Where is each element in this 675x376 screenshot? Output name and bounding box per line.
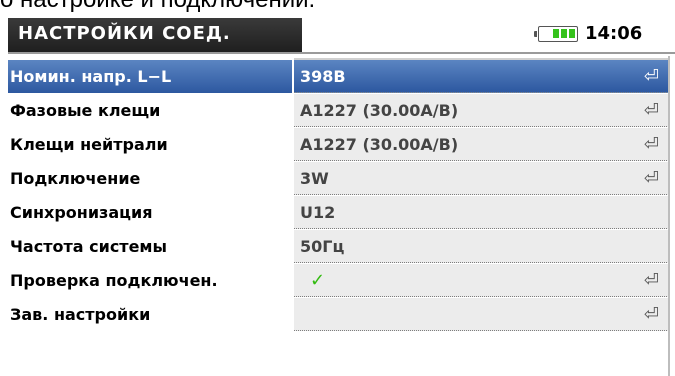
row-value[interactable]: A1227 (30.00A/B) ⏎: [294, 94, 669, 127]
enter-icon: ⏎: [643, 134, 659, 155]
enter-icon: ⏎: [643, 100, 659, 121]
row-system-frequency[interactable]: Частота системы 50Гц: [8, 230, 669, 264]
frame-border: [668, 56, 670, 376]
row-factory-settings[interactable]: Зав. настройки ⏎: [8, 298, 669, 332]
enter-icon: ⏎: [643, 66, 659, 87]
enter-icon: ⏎: [643, 270, 659, 291]
row-value-text: 398В: [300, 67, 346, 86]
row-value[interactable]: A1227 (30.00A/B) ⏎: [294, 128, 669, 161]
caption-text: о настройке и подключении.: [0, 0, 675, 18]
check-icon: ✓: [310, 270, 326, 291]
row-value[interactable]: ⏎: [294, 298, 669, 331]
enter-icon: ⏎: [643, 304, 659, 325]
row-connection-check[interactable]: Проверка подключен. ✓ ⏎: [8, 264, 669, 298]
settings-table: Номин. напр. L−L 398В ⏎ Фазовые клещи A1…: [8, 60, 669, 332]
row-value[interactable]: ✓ ⏎: [294, 264, 669, 297]
row-value-text: A1227 (30.00A/B): [300, 135, 459, 154]
row-value-text: A1227 (30.00A/B): [300, 101, 459, 120]
row-nominal-voltage[interactable]: Номин. напр. L−L 398В ⏎: [8, 60, 669, 94]
row-value[interactable]: U12: [294, 196, 669, 229]
row-value-text: U12: [300, 203, 336, 222]
row-synchronization[interactable]: Синхронизация U12: [8, 196, 669, 230]
battery-icon: [534, 26, 578, 42]
row-phase-clamps[interactable]: Фазовые клещи A1227 (30.00A/B) ⏎: [8, 94, 669, 128]
row-value[interactable]: 398В ⏎: [294, 60, 669, 93]
row-label: Синхронизация: [10, 203, 153, 222]
row-label: Клещи нейтрали: [10, 135, 168, 154]
row-label: Зав. настройки: [10, 305, 151, 324]
row-value-text: 50Гц: [300, 237, 345, 256]
row-label: Частота системы: [10, 237, 167, 256]
caption-label: о настройке и подключении.: [0, 0, 315, 14]
row-connection[interactable]: Подключение 3W ⏎: [8, 162, 669, 196]
row-neutral-clamps[interactable]: Клещи нейтрали A1227 (30.00A/B) ⏎: [8, 128, 669, 162]
title-bar: НАСТРОЙКИ СОЕД. 14:06: [0, 18, 675, 52]
battery-level: [553, 29, 575, 38]
header-divider: [8, 52, 675, 54]
row-label: Проверка подключен.: [10, 271, 218, 290]
row-value[interactable]: 3W ⏎: [294, 162, 669, 195]
clock: 14:06: [585, 23, 643, 44]
row-label: Фазовые клещи: [10, 101, 161, 120]
row-value-text: 3W: [300, 169, 329, 188]
row-label: Подключение: [10, 169, 141, 188]
title-tab: НАСТРОЙКИ СОЕД.: [8, 18, 302, 52]
row-value[interactable]: 50Гц: [294, 230, 669, 263]
page-title: НАСТРОЙКИ СОЕД.: [18, 23, 231, 44]
row-label: Номин. напр. L−L: [8, 60, 292, 93]
enter-icon: ⏎: [643, 168, 659, 189]
